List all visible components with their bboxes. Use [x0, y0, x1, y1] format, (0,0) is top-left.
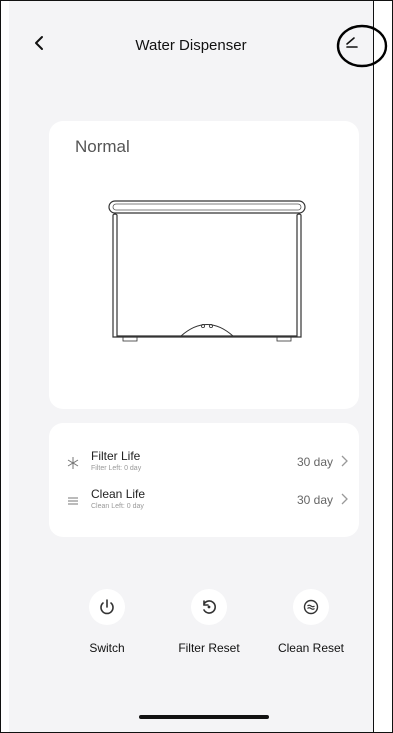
filter-reset-button[interactable]: Filter Reset: [161, 589, 257, 669]
app-screen: Water Dispenser Normal Filter Life Filte…: [9, 1, 374, 732]
filter-life-row[interactable]: Filter Life Filter Left: 0 day 30 day: [49, 445, 359, 485]
edit-icon: [346, 37, 358, 48]
filter-reset-circle: [191, 589, 227, 625]
clean-life-label: Clean Life: [91, 487, 146, 501]
power-icon: [100, 599, 114, 615]
chevron-right-icon: [341, 493, 348, 505]
clean-icon: [68, 497, 78, 505]
home-indicator[interactable]: [139, 715, 269, 719]
filter-reset-label: Filter Reset: [178, 641, 240, 655]
consumables-card: Filter Life Filter Left: 0 day 30 day Cl…: [49, 423, 359, 537]
header: Water Dispenser: [9, 1, 373, 89]
switch-button[interactable]: Switch: [59, 589, 155, 669]
chevron-right-icon: [341, 455, 348, 467]
page-title: Water Dispenser: [135, 37, 247, 54]
switch-label: Switch: [89, 641, 125, 655]
status-card: Normal: [49, 121, 359, 409]
clean-reset-circle: [293, 589, 329, 625]
switch-circle: [89, 589, 125, 625]
reset-icon: [203, 600, 216, 614]
filter-life-value: 30 day: [296, 455, 333, 469]
phone-frame: Water Dispenser Normal Filter Life Filte…: [0, 0, 393, 733]
clean-left-text: Clean Left: 0 day: [91, 503, 144, 510]
clean-reset-label: Clean Reset: [277, 641, 345, 655]
clean-reset-button[interactable]: Clean Reset: [263, 589, 359, 669]
status-text: Normal: [75, 137, 130, 156]
filter-icon: [67, 457, 79, 469]
edit-button[interactable]: [335, 25, 369, 59]
clean-reset-icon: [303, 599, 319, 615]
filter-left-text: Filter Left: 0 day: [91, 465, 142, 472]
filter-life-label: Filter Life: [91, 449, 141, 463]
clean-life-value: 30 day: [296, 493, 333, 507]
water-dispenser-image: [108, 200, 306, 342]
clean-life-row[interactable]: Clean Life Clean Left: 0 day 30 day: [49, 483, 359, 523]
